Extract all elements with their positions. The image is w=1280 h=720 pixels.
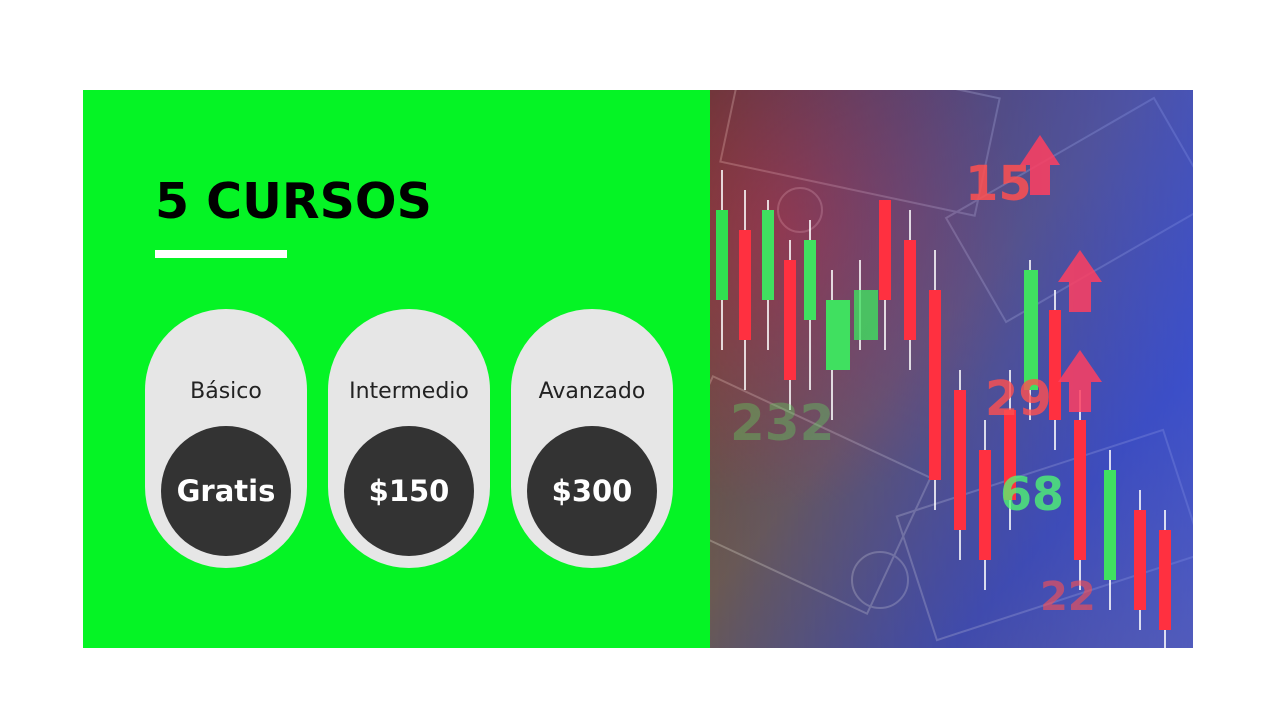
- course-card-intermediate[interactable]: Intermedio $150: [328, 309, 490, 568]
- courses-panel: 5 CURSOS Básico Gratis Intermedio $150 A…: [83, 90, 710, 648]
- course-card-advanced[interactable]: Avanzado $300: [511, 309, 673, 568]
- title-underline: [155, 250, 287, 258]
- stock-market-photo: 15 29 68 232 22: [710, 90, 1193, 648]
- svg-text:22: 22: [1040, 574, 1096, 620]
- course-price: $300: [551, 474, 633, 508]
- price-badge: $150: [344, 426, 474, 556]
- price-badge: $300: [527, 426, 657, 556]
- course-price: Gratis: [176, 474, 276, 508]
- page-title: 5 CURSOS: [155, 173, 432, 230]
- price-badge: Gratis: [161, 426, 291, 556]
- svg-text:232: 232: [730, 394, 834, 452]
- course-card-basic[interactable]: Básico Gratis: [145, 309, 307, 568]
- course-level-label: Avanzado: [538, 379, 646, 404]
- svg-text:68: 68: [1000, 467, 1064, 521]
- course-price: $150: [368, 474, 450, 508]
- course-level-label: Básico: [190, 379, 262, 404]
- svg-text:29: 29: [985, 371, 1052, 427]
- slide: 5 CURSOS Básico Gratis Intermedio $150 A…: [0, 0, 1280, 720]
- svg-text:15: 15: [965, 156, 1032, 212]
- course-level-label: Intermedio: [349, 379, 469, 404]
